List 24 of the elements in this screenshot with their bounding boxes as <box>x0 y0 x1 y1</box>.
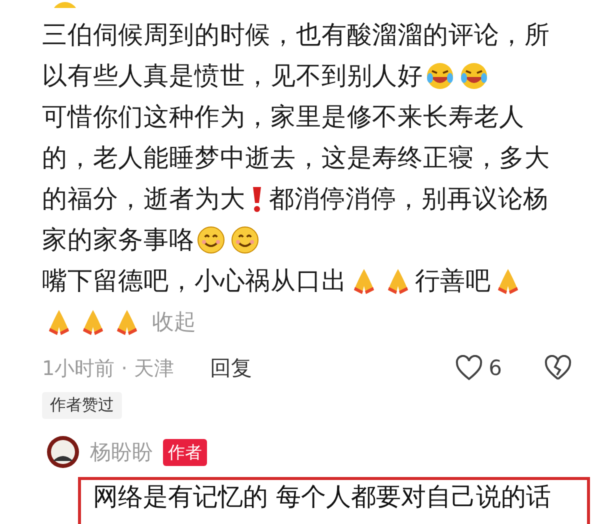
laughing-emoji-icon <box>425 60 455 90</box>
reply-link[interactable]: 回复 <box>210 354 252 382</box>
smiling-emoji-icon <box>196 224 226 254</box>
author-name[interactable]: 杨盼盼 <box>90 438 153 466</box>
heart-icon[interactable] <box>454 355 483 381</box>
author-liked-badge: 作者赞过 <box>42 392 122 419</box>
comment-text: 三伯伺候周到的时候，也有酸溜溜的评论，所 <box>42 19 550 51</box>
timestamp-location: 1小时前 · 天津 <box>42 354 174 382</box>
broken-heart-icon[interactable] <box>544 355 572 381</box>
comment-text: 的，老人能睡梦中逝去，这是寿终正寝，多大 <box>42 142 550 174</box>
avatar <box>46 435 80 469</box>
reply-text: 网络是有记忆的 每个人都要对自己说的话 <box>78 477 590 524</box>
author-badge: 作者 <box>163 438 207 466</box>
collapse-link[interactable]: 收起 <box>152 306 196 336</box>
smiling-emoji-icon <box>230 224 260 254</box>
like-count: 6 <box>488 356 502 380</box>
comment-text: 的福分，逝者为大 <box>42 183 246 215</box>
comment-text: 行善吧 <box>414 265 492 297</box>
comment-text: 以有些人真是愤世，见不到别人好 <box>42 60 423 92</box>
laughing-emoji-icon <box>459 60 489 90</box>
comment-text: 都消停消停，别再议论杨 <box>269 183 549 215</box>
comment-text: 家的家务事咯 <box>42 224 194 256</box>
comment-text: 嘴下留德吧，小心祸从口出 <box>42 265 347 297</box>
comment-text: 可惜你们这种作为，家里是修不来长寿老人 <box>42 101 525 133</box>
